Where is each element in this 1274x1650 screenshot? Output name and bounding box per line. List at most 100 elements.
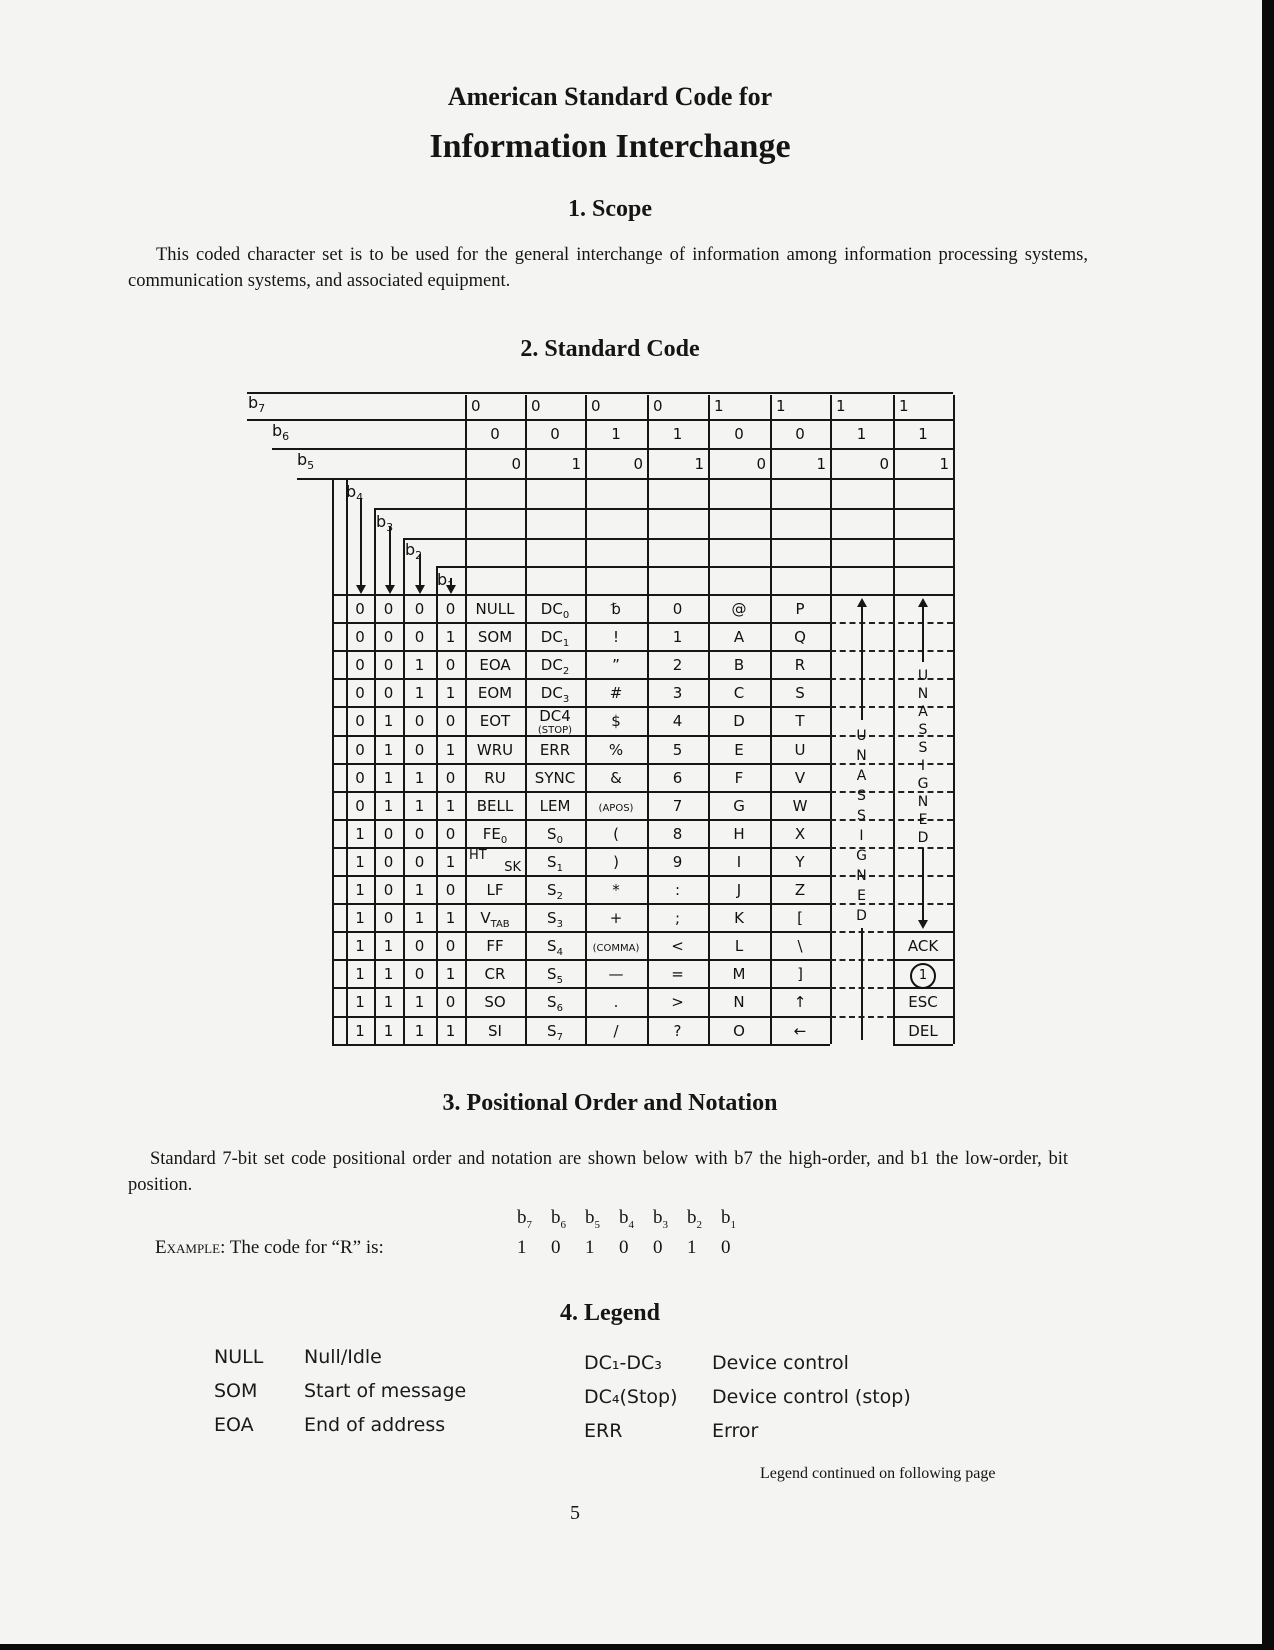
column-bit-b6: 1 bbox=[672, 425, 683, 443]
char-cell: ! bbox=[612, 628, 619, 647]
char-cell: HT SK bbox=[469, 847, 521, 875]
example-bit-value: 0 bbox=[619, 1237, 629, 1258]
char-cell: FF bbox=[486, 937, 504, 956]
char-cell: P bbox=[795, 600, 805, 618]
char-cell: R bbox=[794, 656, 806, 675]
bit-label-b5: b5 bbox=[297, 450, 315, 473]
char-cell: H bbox=[733, 824, 745, 843]
up-arrow-icon bbox=[918, 598, 928, 662]
char-cell: EOM bbox=[477, 684, 513, 703]
column-bit-b5: 1 bbox=[816, 455, 826, 473]
char-cell: (APOS) bbox=[598, 802, 634, 814]
row-bit: 0 bbox=[414, 712, 425, 731]
example-word: Example bbox=[155, 1237, 221, 1258]
scope-paragraph: This coded character set is to be used f… bbox=[128, 245, 1088, 291]
title-line-1: American Standard Code for bbox=[447, 82, 773, 111]
column-bit-b5: 0 bbox=[511, 455, 521, 473]
char-cell: SI bbox=[488, 1021, 502, 1040]
char-cell: S bbox=[795, 684, 805, 703]
char-cell: ( bbox=[613, 824, 619, 843]
char-cell: L bbox=[734, 937, 744, 956]
char-cell: DC2 bbox=[540, 656, 570, 678]
row-bit: 0 bbox=[383, 852, 394, 871]
char-cell: ␢ bbox=[611, 600, 621, 618]
char-cell: O bbox=[733, 1021, 745, 1040]
char-cell: $ bbox=[611, 712, 621, 731]
char-cell: S5 bbox=[547, 965, 563, 987]
char-cell: \ bbox=[797, 937, 803, 956]
char-cell: V bbox=[794, 768, 806, 787]
char-cell: D bbox=[733, 712, 745, 731]
char-cell: CR bbox=[484, 965, 506, 984]
row-bit: 0 bbox=[383, 684, 394, 703]
row-bit: 1 bbox=[414, 684, 425, 703]
example-label: Example: The code for “R” is: bbox=[155, 1237, 384, 1259]
row-bit: 0 bbox=[445, 768, 456, 787]
row-bit: 0 bbox=[445, 600, 456, 618]
row-bit: 1 bbox=[355, 1021, 365, 1040]
bit-label-b6: b6 bbox=[272, 421, 290, 444]
scan-border-bottom bbox=[0, 1644, 1274, 1650]
char-cell: & bbox=[610, 768, 622, 787]
legend-entry: ERR Error bbox=[584, 1420, 758, 1442]
row-bit: 1 bbox=[414, 881, 425, 899]
unassigned-letter: N bbox=[856, 868, 867, 884]
legend-meaning: Device control (stop) bbox=[712, 1386, 911, 1408]
column-bit-b7: 1 bbox=[836, 397, 846, 415]
column-bit-b7: 1 bbox=[714, 397, 724, 415]
char-cell: — bbox=[608, 965, 624, 984]
char-cell: W bbox=[792, 796, 808, 815]
char-cell: SO bbox=[484, 993, 506, 1012]
char-cell: DC3 bbox=[540, 684, 570, 706]
row-bit: 0 bbox=[383, 909, 394, 928]
row-bit: 0 bbox=[414, 965, 425, 984]
dashed-row-separator bbox=[830, 875, 953, 877]
legend-heading: 4. Legend bbox=[559, 1300, 660, 1326]
legend-meaning: Start of message bbox=[304, 1380, 467, 1402]
control-cell: ESC bbox=[908, 993, 938, 1012]
row-bit: 1 bbox=[355, 852, 365, 871]
column-bit-b7: 0 bbox=[653, 397, 663, 415]
example-bit-label: b3 bbox=[653, 1207, 668, 1231]
row-bit: 0 bbox=[445, 824, 456, 843]
legend-entry: DC₄(Stop) Device control (stop) bbox=[584, 1386, 911, 1408]
char-cell: @ bbox=[731, 600, 747, 618]
column-bit-b7: 0 bbox=[591, 397, 601, 415]
column-bit-b6: 0 bbox=[550, 425, 560, 443]
row-bit: 1 bbox=[383, 740, 394, 759]
row-bit: 1 bbox=[445, 965, 456, 984]
row-bit: 0 bbox=[445, 656, 456, 675]
control-cell: ACK bbox=[907, 937, 939, 956]
char-cell: J bbox=[736, 881, 742, 899]
row-bit: 0 bbox=[414, 628, 425, 647]
legend-meaning: Null/Idle bbox=[304, 1346, 382, 1368]
column-bit-b5: 0 bbox=[633, 455, 643, 473]
char-cell: S0 bbox=[547, 824, 563, 846]
char-cell: ? bbox=[673, 1021, 682, 1040]
column-rule bbox=[830, 395, 832, 1044]
legend-code: SOM bbox=[214, 1380, 258, 1402]
char-cell: B bbox=[733, 656, 745, 675]
header-rule-b2 bbox=[403, 538, 953, 540]
unassigned-letter: G bbox=[856, 848, 867, 864]
row-bit: 0 bbox=[383, 656, 394, 675]
char-cell: % bbox=[608, 740, 624, 759]
header-rule-b4 bbox=[297, 478, 953, 480]
row-bit: 0 bbox=[355, 656, 365, 675]
row-bit: 0 bbox=[383, 824, 394, 843]
document-title: Information Interchange bbox=[429, 128, 791, 165]
row-bit: 1 bbox=[445, 852, 456, 871]
char-cell: 5 bbox=[672, 740, 683, 759]
char-cell: VTAB bbox=[480, 909, 510, 931]
row-bit: 1 bbox=[383, 796, 394, 815]
row-bit: 1 bbox=[445, 684, 456, 703]
char-cell: > bbox=[671, 993, 684, 1012]
page-number: 5 bbox=[570, 1502, 580, 1524]
down-arrow-icon bbox=[385, 526, 395, 594]
char-cell: . bbox=[613, 993, 619, 1012]
char-cell: G bbox=[733, 796, 745, 815]
example-bit-value: 1 bbox=[585, 1237, 595, 1258]
legend-continued-note: Legend continued on following page bbox=[760, 1465, 996, 1482]
legend-meaning: Error bbox=[712, 1420, 759, 1442]
char-cell: 9 bbox=[672, 852, 683, 871]
